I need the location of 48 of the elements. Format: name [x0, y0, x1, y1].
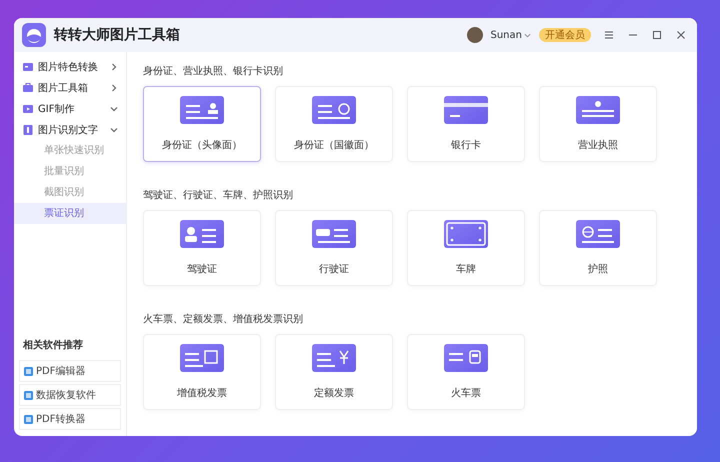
recognition-card[interactable]: 身份证（头像面） — [143, 86, 261, 162]
recognition-card[interactable]: 银行卡 — [407, 86, 525, 162]
app-icon — [24, 366, 33, 376]
id-emblem-card-icon — [312, 96, 356, 124]
recommend-item[interactable]: 数据恢复软件 — [19, 384, 121, 406]
recommend-item[interactable]: PDF编辑器 — [19, 360, 121, 382]
sidebar-subitem[interactable]: 票证识别 — [14, 203, 126, 224]
recognition-card[interactable]: 行驶证 — [275, 210, 393, 286]
recognition-card[interactable]: 营业执照 — [539, 86, 657, 162]
id-portrait-card-icon — [180, 96, 224, 124]
recognition-card[interactable]: 火车票 — [407, 334, 525, 410]
section-title: 身份证、营业执照、银行卡识别 — [143, 64, 284, 79]
recognition-card[interactable]: 身份证（国徽面） — [275, 86, 393, 162]
section-title: 火车票、定额发票、增值税发票识别 — [143, 312, 304, 327]
license-card-icon — [576, 96, 620, 124]
sidebar-item[interactable]: 图片特色转换 — [14, 56, 126, 77]
user-menu[interactable]: Sunan — [490, 30, 531, 40]
quota-card-icon — [312, 344, 356, 372]
app-icon — [24, 414, 33, 424]
close-icon[interactable] — [675, 29, 687, 41]
gif-icon — [22, 102, 34, 114]
recognition-card[interactable]: 定额发票 — [275, 334, 393, 410]
recognition-card[interactable]: 驾驶证 — [143, 210, 261, 286]
app-logo-icon — [22, 23, 46, 47]
menu-icon[interactable] — [603, 29, 615, 41]
window-title: 转转大师图片工具箱 — [54, 26, 181, 44]
recognition-card[interactable]: 护照 — [539, 210, 657, 286]
maximize-icon[interactable] — [651, 29, 663, 41]
driver-card-icon — [180, 220, 224, 248]
caret-icon — [524, 32, 531, 38]
recommend-item[interactable]: PDF转换器 — [19, 408, 121, 430]
bank-card-icon — [444, 96, 488, 124]
recognition-card[interactable]: 车牌 — [407, 210, 525, 286]
app-icon — [24, 390, 33, 400]
passport-card-icon — [576, 220, 620, 248]
vip-badge[interactable]: 开通会员 — [539, 28, 591, 42]
sidebar-item[interactable]: 图片工具箱 — [14, 77, 126, 98]
toolbox-icon — [22, 82, 34, 94]
section-title: 驾驶证、行驶证、车牌、护照识别 — [143, 188, 294, 203]
vehicle-card-icon — [312, 220, 356, 248]
sidebar-item[interactable]: GIF制作 — [14, 98, 126, 119]
plate-card-icon — [444, 220, 488, 248]
sidebar-item[interactable]: 图片识别文字 — [14, 119, 126, 140]
recommend-title: 相关软件推荐 — [22, 338, 84, 353]
train-card-icon — [444, 344, 488, 372]
avatar[interactable] — [466, 27, 482, 43]
recognition-card[interactable]: 增值税发票 — [143, 334, 261, 410]
vat-card-icon — [180, 344, 224, 372]
